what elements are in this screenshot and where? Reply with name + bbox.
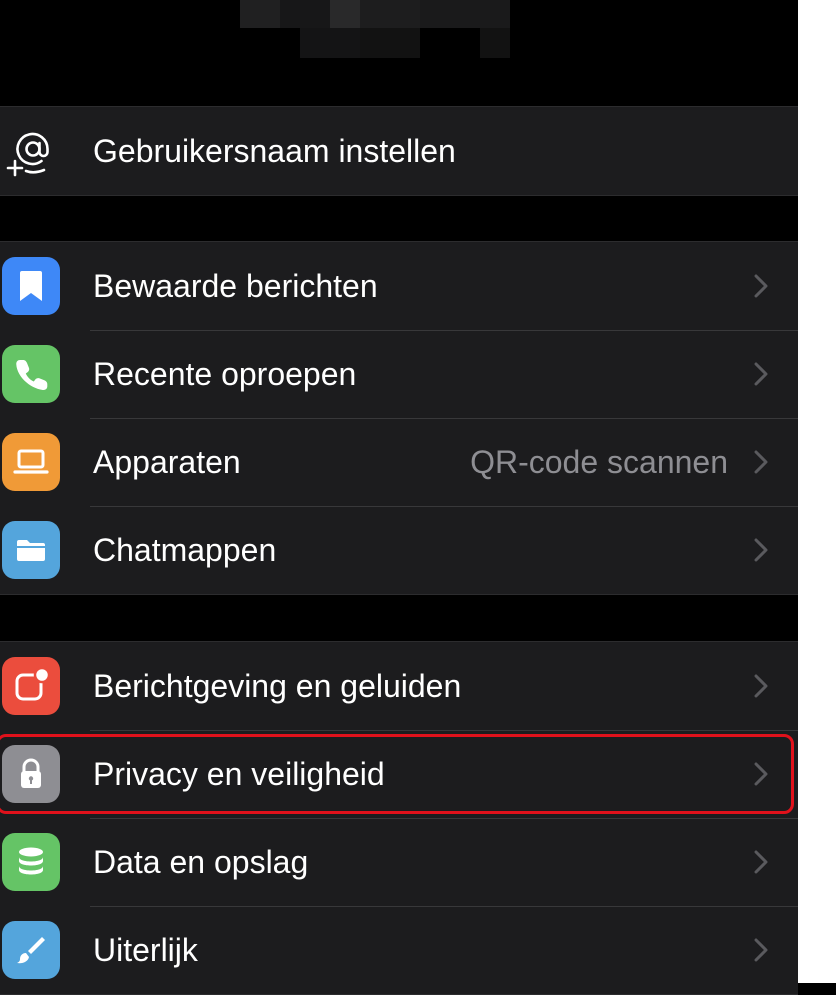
notification-badge-icon: [2, 657, 60, 715]
notifications-sounds-label: Berichtgeving en geluiden: [93, 668, 462, 704]
data-storage-label: Data en opslag: [93, 844, 309, 880]
folder-icon: [2, 521, 60, 579]
brush-icon: [2, 921, 60, 979]
bookmark-icon: [2, 257, 60, 315]
lock-icon: [2, 745, 60, 803]
database-icon: [2, 833, 60, 891]
recent-calls-label: Recente oproepen: [93, 356, 357, 392]
chevron-right-icon: [754, 538, 768, 562]
profile-name-blurred: [240, 0, 510, 58]
preferences-group: Berichtgeving en geluiden Privacy en vei…: [0, 641, 798, 995]
devices-label: Apparaten: [93, 444, 241, 480]
recent-calls-row[interactable]: Recente oproepen: [0, 330, 798, 418]
appearance-row[interactable]: Uiterlijk: [0, 906, 798, 994]
chevron-right-icon: [754, 362, 768, 386]
set-username-row[interactable]: Gebruikersnaam instellen: [0, 107, 798, 195]
laptop-icon: [2, 433, 60, 491]
privacy-security-row[interactable]: Privacy en veiligheid: [0, 730, 798, 818]
appearance-label: Uiterlijk: [93, 932, 198, 968]
devices-row[interactable]: Apparaten QR-code scannen: [0, 418, 798, 506]
chevron-right-icon: [754, 450, 768, 474]
settings-screen: Gebruikersnaam instellen Bewaarde berich…: [0, 0, 798, 995]
scan-qr-detail: QR-code scannen: [470, 444, 728, 480]
data-storage-row[interactable]: Data en opslag: [0, 818, 798, 906]
phone-icon: [2, 345, 60, 403]
chat-folders-label: Chatmappen: [93, 532, 277, 568]
main-settings-group: Bewaarde berichten Recente oproepen Appa…: [0, 241, 798, 595]
chevron-right-icon: [754, 274, 768, 298]
chevron-right-icon: [754, 850, 768, 874]
username-group: Gebruikersnaam instellen: [0, 106, 798, 196]
saved-messages-label: Bewaarde berichten: [93, 268, 378, 304]
chat-folders-row[interactable]: Chatmappen: [0, 506, 798, 594]
chevron-right-icon: [754, 674, 768, 698]
chevron-right-icon: [754, 938, 768, 962]
privacy-security-label: Privacy en veiligheid: [93, 756, 385, 792]
notifications-sounds-row[interactable]: Berichtgeving en geluiden: [0, 642, 798, 730]
chevron-right-icon: [754, 762, 768, 786]
set-username-label: Gebruikersnaam instellen: [93, 133, 456, 169]
right-edge-strip: [798, 0, 836, 983]
at-plus-icon: [4, 127, 56, 179]
saved-messages-row[interactable]: Bewaarde berichten: [0, 242, 798, 330]
